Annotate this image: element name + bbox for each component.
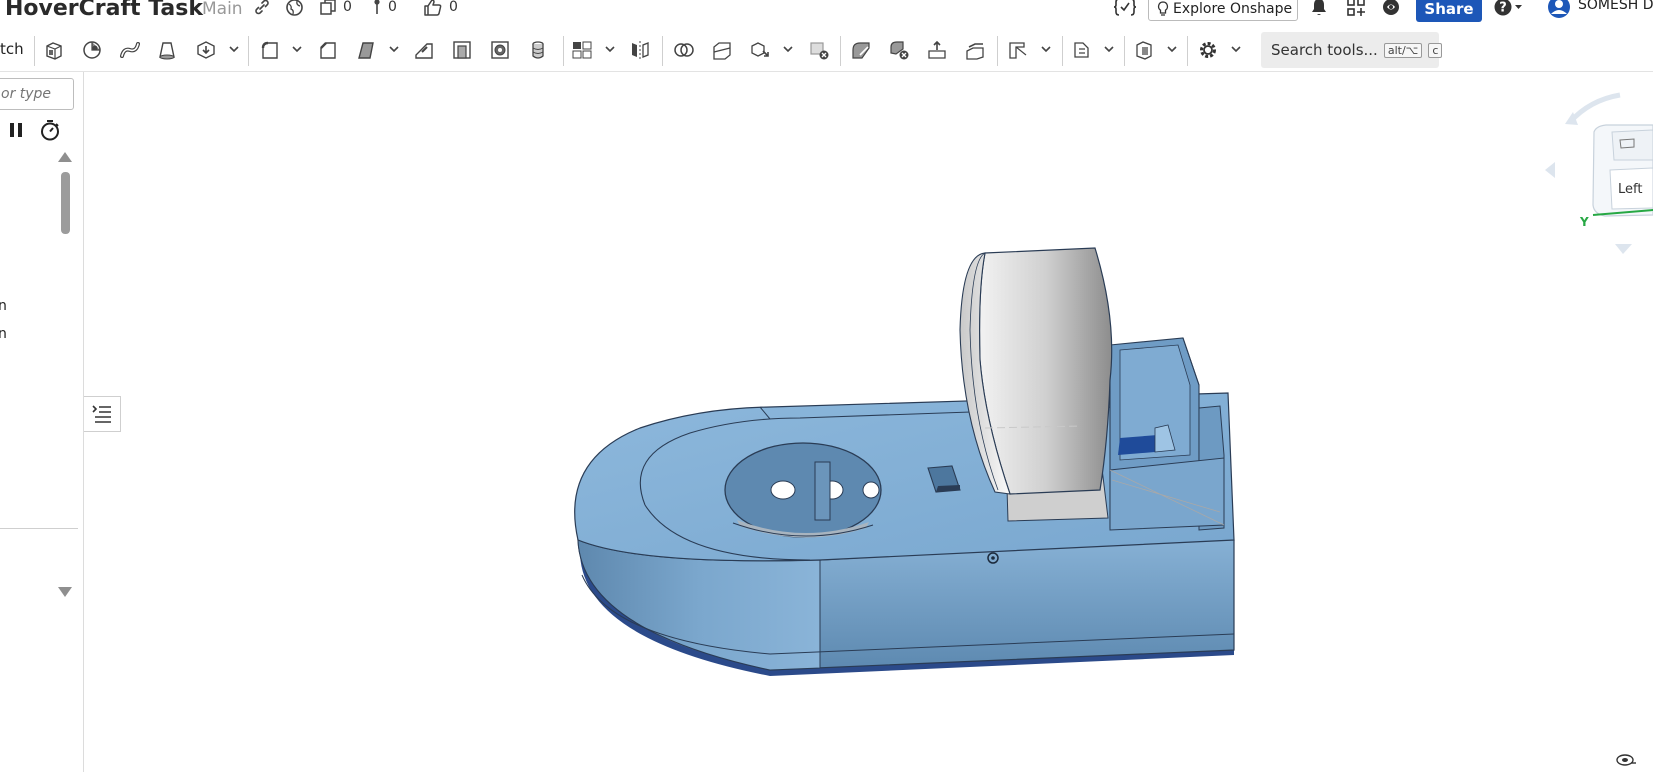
modify-fillet-icon[interactable] [849,38,873,62]
toolbar-separator [34,36,35,66]
variables-icon[interactable] [1113,0,1137,17]
branch-name[interactable]: Main [202,0,243,19]
globe-icon[interactable] [285,0,304,17]
mirror-icon[interactable] [628,38,652,62]
chevron-down-icon[interactable] [228,42,240,56]
chevron-down-icon[interactable] [291,42,303,56]
toolbar-separator [997,36,998,66]
versions-icon[interactable]: 0 [319,0,352,17]
gear-icon[interactable] [1196,38,1220,62]
branch-icon[interactable]: 0 [372,0,397,17]
chevron-down-icon[interactable] [1040,42,1052,56]
search-tools-input[interactable]: Search tools... alt/⌥ c [1261,32,1443,68]
pause-icon[interactable] [9,122,23,142]
feature-toolbar: tch Search tools... alt/⌥ c [0,26,1653,72]
toolbar-separator [248,36,249,66]
fillet-icon[interactable] [258,38,282,62]
branches-count: 0 [388,0,397,15]
explore-onshape-button[interactable]: Explore Onshape [1148,0,1298,21]
transform-icon[interactable] [748,38,772,62]
plane-icon[interactable] [1006,38,1030,62]
feature-list-item[interactable]: n [0,298,7,314]
toolbar-separator [1187,36,1188,66]
rib-icon[interactable] [412,38,436,62]
thicken-icon[interactable] [194,38,218,62]
rotate-down-arrow-icon[interactable] [1615,244,1632,254]
replace-face-icon[interactable] [963,38,987,62]
view-cube[interactable]: Left Y [1545,92,1653,254]
toolbar-separator [662,36,663,66]
scroll-up-arrow-icon[interactable] [58,152,72,162]
scroll-down-arrow-icon[interactable] [58,587,72,597]
chevron-down-icon[interactable] [782,42,794,56]
link-icon[interactable] [253,0,271,17]
bell-icon[interactable] [1310,0,1328,17]
toolbar-separator [1124,36,1125,66]
panel-divider [0,528,78,529]
apps-icon[interactable] [1346,0,1366,17]
feature-list-panel: n n [0,72,84,772]
versions-count: 0 [343,0,352,15]
thumbs-up-icon[interactable]: 0 [423,0,458,17]
feature-list-scrollbar[interactable] [58,152,72,597]
graphics-viewport[interactable]: Left Y [85,72,1653,772]
loft-icon[interactable] [155,38,179,62]
rotate-left-arrow-icon[interactable] [1545,162,1555,178]
extrude-icon[interactable] [42,38,66,62]
sketch-button[interactable]: tch [0,40,24,58]
learning-center-icon[interactable] [1381,0,1401,17]
feature-list-item[interactable]: n [0,326,7,342]
view-cube-face-label[interactable]: Left [1618,182,1642,197]
likes-count: 0 [449,0,458,15]
chamfer-icon[interactable] [316,38,340,62]
split-icon[interactable] [710,38,734,62]
hovercraft-model[interactable]: Left Y [85,72,1653,772]
delete-face-icon[interactable] [887,38,911,62]
electronics-box[interactable] [1109,337,1225,531]
chevron-down-icon[interactable] [1103,42,1115,56]
feature-filter-input[interactable] [0,78,74,110]
shortcut-key: c [1428,42,1443,58]
user-name[interactable]: SOMESH D [1578,0,1653,13]
shell-icon[interactable] [450,38,474,62]
shortcut-key: alt/⌥ [1383,42,1423,58]
chevron-down-icon[interactable] [604,42,616,56]
explore-label: Explore Onshape [1173,1,1293,17]
lightbulb-icon [1157,1,1169,16]
document-title[interactable]: HoverCraft Task [5,0,203,21]
revolve-icon[interactable] [80,38,104,62]
toolbar-separator [840,36,841,66]
title-bar: HoverCraft Task Main 0 0 0 Explore Onsha… [0,0,1653,22]
y-axis-label: Y [1579,215,1589,229]
draft-icon[interactable] [354,38,378,62]
toolbar-separator [563,36,564,66]
linear-pattern-icon[interactable] [570,38,594,62]
toolbar-separator [1062,36,1063,66]
chevron-down-icon[interactable] [1230,42,1242,56]
hole-icon[interactable] [488,38,512,62]
user-avatar-icon[interactable] [1545,0,1573,18]
delete-part-icon[interactable] [807,38,831,62]
rotate-view-arrow-icon[interactable] [1568,92,1621,124]
measure-tape-icon[interactable] [1615,752,1637,771]
search-tools-label: Search tools... [1271,41,1378,59]
share-button[interactable]: Share [1416,0,1482,22]
chevron-down-icon[interactable] [388,42,400,56]
boolean-icon[interactable] [672,38,696,62]
frame-icon[interactable] [1132,38,1156,62]
chevron-down-icon[interactable] [1166,42,1178,56]
move-face-icon[interactable] [925,38,949,62]
stopwatch-icon[interactable] [39,119,61,145]
scroll-thumb[interactable] [61,172,70,234]
sheet-metal-icon[interactable] [1070,38,1094,62]
cylinder-icon[interactable] [526,38,550,62]
svg-text:?: ? [1499,1,1507,16]
help-icon[interactable]: ? [1494,0,1524,17]
sweep-icon[interactable] [118,38,142,62]
onshape-app: HoverCraft Task Main 0 0 0 Explore Onsha… [0,0,1653,772]
